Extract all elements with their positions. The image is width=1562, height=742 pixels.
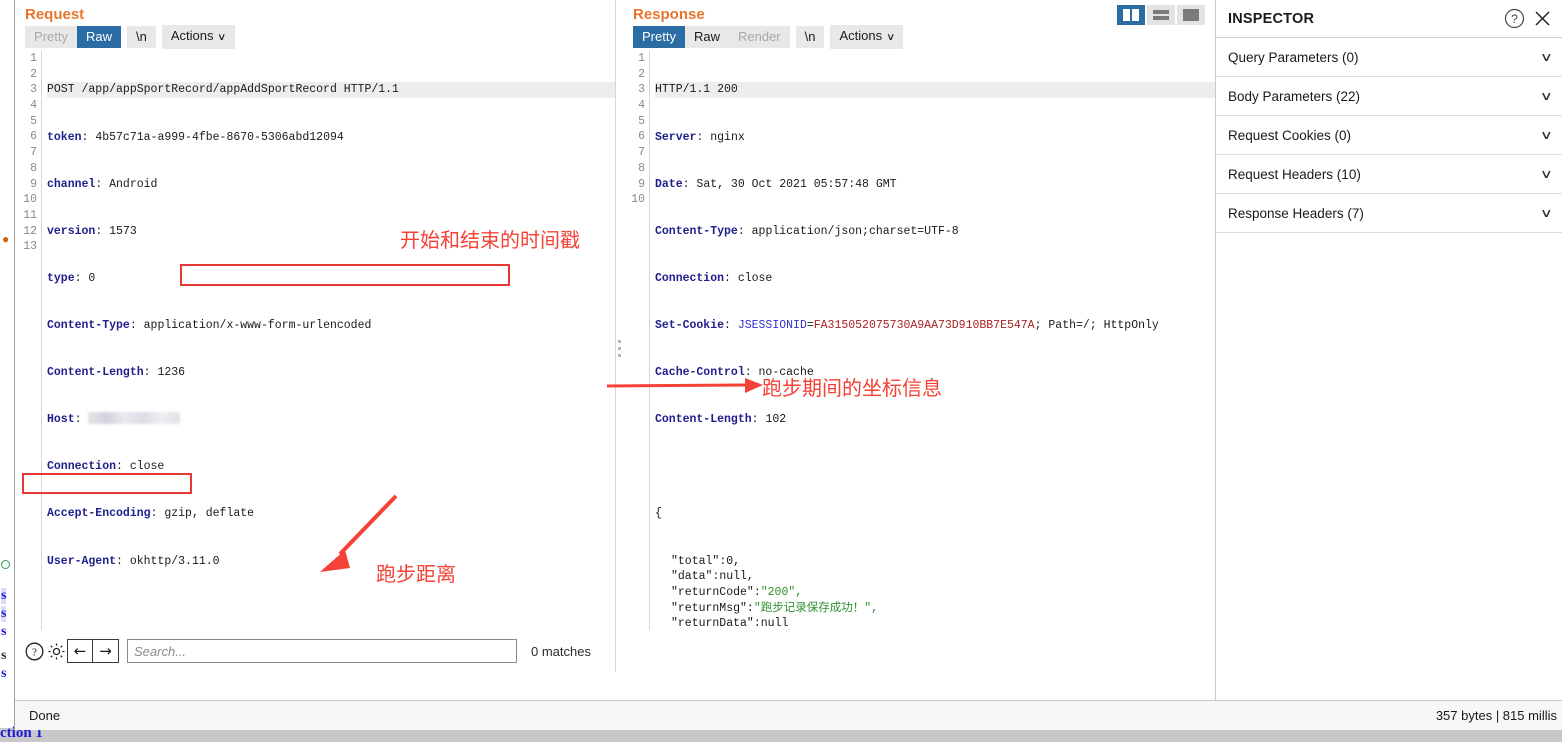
response-actions-button[interactable]: Actions ∨ bbox=[830, 25, 904, 49]
split-vertical-view-button[interactable] bbox=[1117, 5, 1145, 25]
bg-fragment: s bbox=[1, 624, 7, 639]
inspector-section-request-headers[interactable]: Request Headers (10) ∨ bbox=[1216, 155, 1562, 194]
response-line-numbers: 1 2 3 4 5 6 7 8 9 10 bbox=[631, 52, 645, 207]
inspector-section-body-parameters[interactable]: Body Parameters (22) ∨ bbox=[1216, 77, 1562, 116]
request-search-prev-button[interactable]: ← bbox=[67, 639, 93, 663]
distance-note: 跑步距离 bbox=[376, 562, 456, 586]
json-line: "data":null, bbox=[655, 569, 1215, 585]
tab-request-newline[interactable]: \n bbox=[126, 26, 156, 48]
json-separator: : bbox=[753, 585, 761, 599]
inspector-header: INSPECTOR ? bbox=[1216, 0, 1562, 38]
tab-response-raw[interactable]: Raw bbox=[684, 26, 729, 48]
inspector-title: INSPECTOR bbox=[1228, 10, 1315, 27]
request-help-icon[interactable]: ? bbox=[23, 640, 45, 662]
inspector-section-label: Request Cookies (0) bbox=[1228, 127, 1352, 143]
request-start-line: POST /app/appSportRecord/appAddSportReco… bbox=[47, 83, 399, 97]
view-mode-group bbox=[1117, 5, 1205, 25]
tab-response-newline[interactable]: \n bbox=[795, 26, 825, 48]
response-json-body: "total":0, "data":null, "returnCode":"200"… bbox=[655, 554, 1215, 631]
chevron-down-icon: ∨ bbox=[1540, 206, 1554, 220]
response-actions-label: Actions bbox=[839, 28, 883, 43]
inspector-section-query-parameters[interactable]: Query Parameters (0) ∨ bbox=[1216, 38, 1562, 77]
response-lines: HTTP/1.1 200 Server: nginx Date: Sat, 30… bbox=[649, 51, 1215, 630]
request-search-input[interactable]: Search... bbox=[127, 639, 517, 663]
json-value: null, bbox=[719, 570, 754, 584]
inspector-panel: INSPECTOR ? Query Parameters (0) ∨ Body … bbox=[1215, 0, 1562, 700]
request-actions-label: Actions bbox=[170, 28, 214, 43]
tab-response-render[interactable]: Render bbox=[728, 26, 790, 48]
request-search-bar: ? ← → Search... 0 matches bbox=[15, 630, 615, 672]
inspector-section-response-headers[interactable]: Response Headers (7) ∨ bbox=[1216, 194, 1562, 233]
request-lines: POST /app/appSportRecord/appAddSportReco… bbox=[41, 51, 615, 630]
burp-repeater-window: Request Pretty Raw \n Actions ∨ 1 2 3 4 5… bbox=[14, 0, 1562, 730]
json-separator: : bbox=[753, 617, 761, 630]
chevron-down-icon: ∨ bbox=[1540, 128, 1554, 142]
json-key: "total" bbox=[671, 554, 720, 568]
request-settings-gear-icon[interactable] bbox=[45, 640, 67, 662]
response-title: Response bbox=[633, 6, 705, 23]
bg-bottom-bar bbox=[0, 728, 1562, 742]
json-key: "data" bbox=[671, 570, 713, 584]
inspector-section-label: Body Parameters (22) bbox=[1228, 88, 1361, 104]
json-line: "total":0, bbox=[655, 554, 1215, 570]
tab-request-raw[interactable]: Raw bbox=[76, 26, 121, 48]
inspector-section-request-cookies[interactable]: Request Cookies (0) ∨ bbox=[1216, 116, 1562, 155]
svg-text:?: ? bbox=[32, 646, 37, 658]
request-header: Request bbox=[15, 0, 615, 25]
chevron-down-icon: ∨ bbox=[1540, 50, 1554, 64]
response-size-timing: 357 bytes | 815 millis bbox=[1435, 708, 1557, 723]
json-line: "returnCode":"200", bbox=[655, 585, 1215, 601]
bg-fragment: s bbox=[1, 666, 7, 681]
status-text: Done bbox=[29, 708, 61, 723]
request-pane: Request Pretty Raw \n Actions ∨ 1 2 3 4 5… bbox=[15, 0, 615, 672]
chevron-down-icon: ∨ bbox=[1540, 89, 1554, 103]
request-search-next-button[interactable]: → bbox=[93, 639, 119, 663]
json-value: 0, bbox=[726, 554, 741, 568]
request-tabstrip: Pretty Raw \n Actions ∨ bbox=[15, 25, 615, 49]
response-pane: Response Pretty Raw Render \n Actions∨ bbox=[623, 0, 1562, 672]
bg-fragment: s bbox=[1, 606, 7, 622]
inspector-section-label: Response Headers (7) bbox=[1228, 205, 1364, 221]
inspector-section-label: Request Headers (10) bbox=[1228, 166, 1361, 182]
json-value: "跑步记录保存成功！", bbox=[753, 601, 879, 615]
single-view-button[interactable] bbox=[1177, 5, 1205, 25]
help-circle-icon[interactable]: ? bbox=[1503, 8, 1525, 30]
coordinates-note: 跑步期间的坐标信息 bbox=[762, 376, 942, 400]
json-line: "returnData":null bbox=[655, 616, 1215, 630]
bg-circle-icon bbox=[1, 560, 10, 569]
request-match-count: 0 matches bbox=[531, 643, 591, 659]
response-code-area[interactable]: 1 2 3 4 5 6 7 8 9 10 HTTP/1.1 200 Server… bbox=[623, 50, 1215, 630]
status-bar: Done 357 bytes | 815 millis bbox=[15, 700, 1562, 730]
timestamps-note: 开始和结束的时间戳 bbox=[400, 228, 580, 252]
request-title: Request bbox=[25, 6, 85, 23]
chevron-down-icon: ∨ bbox=[886, 32, 896, 43]
request-line-numbers: 1 2 3 4 5 6 7 8 9 10 11 12 13 bbox=[23, 52, 37, 254]
request-code-area[interactable]: 1 2 3 4 5 6 7 8 9 10 11 12 13 POST /app/… bbox=[15, 50, 615, 630]
inspector-section-label: Query Parameters (0) bbox=[1228, 49, 1359, 65]
bg-fragment: s bbox=[1, 648, 7, 663]
splitter-grip-icon bbox=[618, 340, 621, 361]
json-separator: : bbox=[746, 601, 754, 615]
response-tabstrip: Pretty Raw Render \n Actions ∨ bbox=[623, 25, 1215, 49]
json-key: "returnData" bbox=[671, 617, 754, 630]
svg-text:?: ? bbox=[1511, 12, 1518, 26]
pane-splitter[interactable] bbox=[615, 0, 623, 672]
json-key: "returnMsg" bbox=[671, 601, 747, 615]
json-value: null bbox=[760, 617, 789, 630]
response-status-line: HTTP/1.1 200 bbox=[655, 83, 738, 97]
tab-response-pretty[interactable]: Pretty bbox=[633, 26, 685, 48]
chevron-down-icon: ∨ bbox=[1540, 167, 1554, 181]
json-value: "200", bbox=[760, 585, 803, 599]
chevron-down-icon: ∨ bbox=[217, 32, 227, 43]
request-actions-button[interactable]: Actions ∨ bbox=[161, 25, 235, 49]
split-horizontal-view-button[interactable] bbox=[1147, 5, 1175, 25]
tab-request-pretty[interactable]: Pretty bbox=[25, 26, 77, 48]
json-line: "returnMsg":"跑步记录保存成功！", bbox=[655, 601, 1215, 617]
bg-fragment: s bbox=[1, 588, 7, 604]
redacted-host-value bbox=[88, 412, 181, 425]
bg-marker-icon: ● bbox=[2, 232, 10, 246]
json-key: "returnCode" bbox=[671, 585, 754, 599]
close-icon[interactable] bbox=[1531, 8, 1553, 30]
